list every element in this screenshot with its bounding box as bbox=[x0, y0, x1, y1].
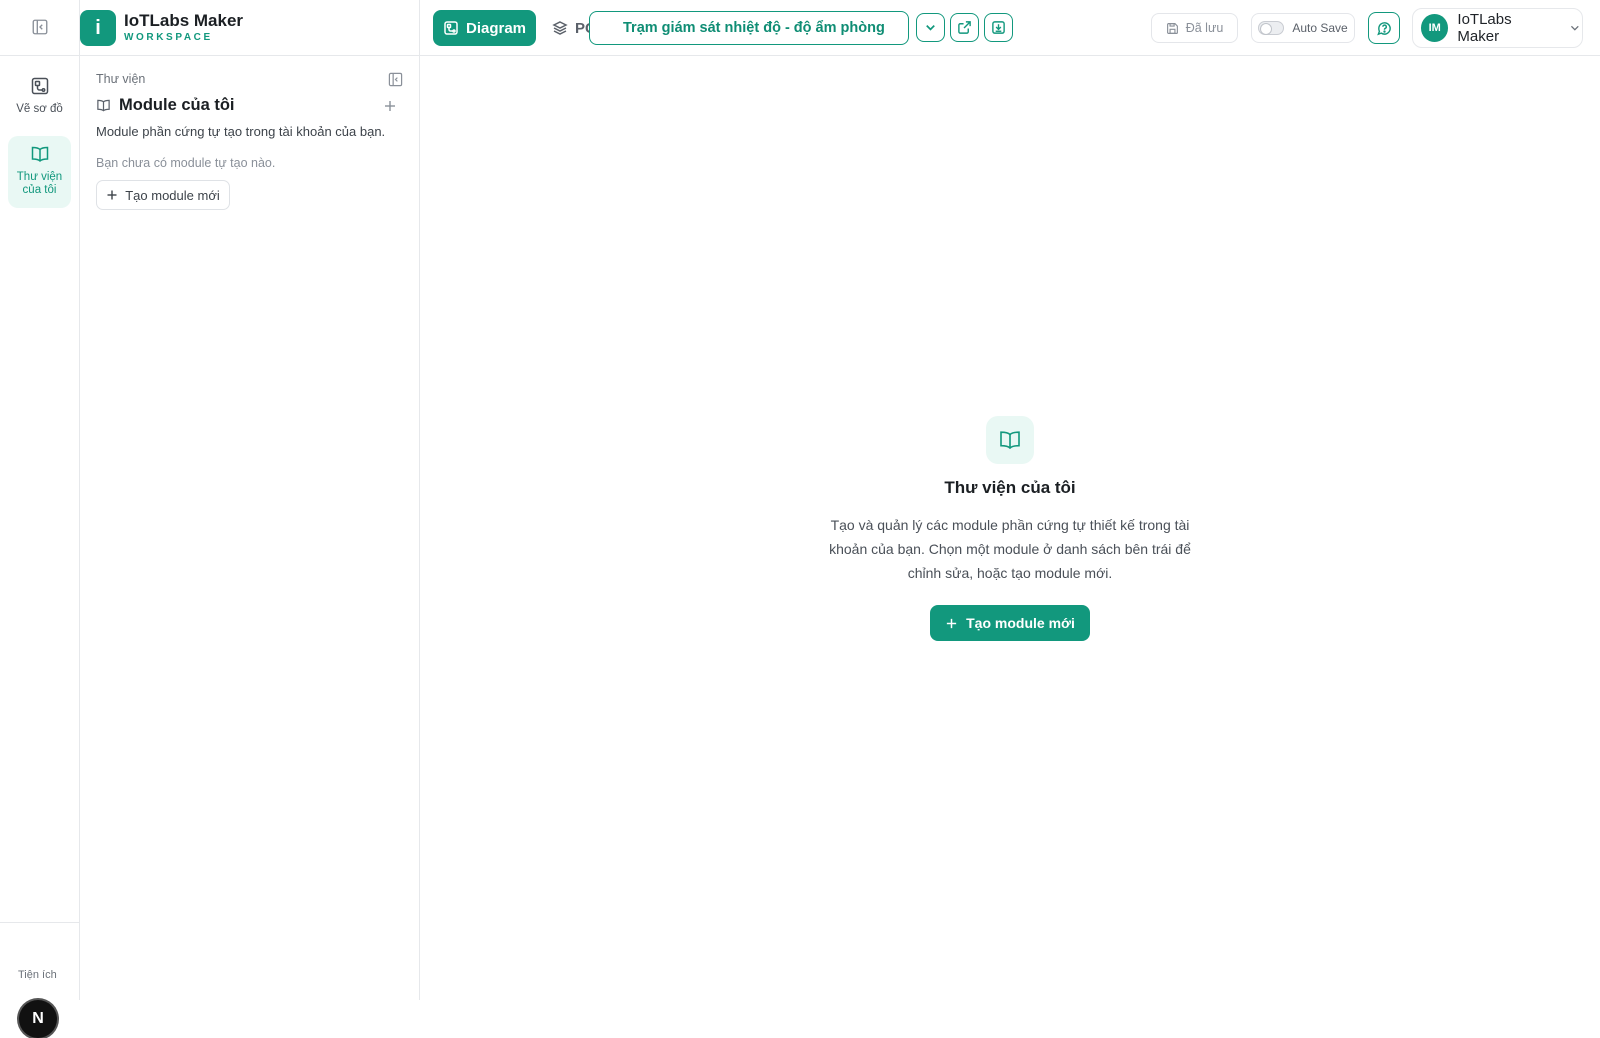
user-name: IoTLabs Maker bbox=[1457, 11, 1512, 45]
download-button[interactable] bbox=[984, 13, 1013, 42]
saved-status-label: Đã lưu bbox=[1185, 21, 1224, 35]
top-header: i IoTLabs Maker WORKSPACE Diagram PCB Đã… bbox=[0, 0, 1600, 56]
saved-status-button[interactable]: Đã lưu bbox=[1151, 13, 1238, 43]
collapse-panel-icon[interactable] bbox=[388, 72, 403, 87]
book-icon bbox=[97, 99, 110, 112]
chevron-down-icon bbox=[1571, 25, 1580, 31]
diagram-icon bbox=[444, 21, 458, 35]
book-icon bbox=[1000, 431, 1020, 450]
help-icon bbox=[1376, 21, 1391, 35]
app-logo: i bbox=[80, 10, 116, 46]
autosave-label: Auto Save bbox=[1292, 21, 1348, 35]
add-module-icon[interactable] bbox=[382, 98, 398, 114]
create-module-label: Tạo module mới bbox=[125, 187, 220, 203]
app-subtitle: WORKSPACE bbox=[124, 32, 213, 43]
diagram-icon bbox=[31, 77, 48, 95]
open-external-button[interactable] bbox=[950, 13, 979, 42]
project-name-input[interactable] bbox=[589, 11, 909, 45]
empty-list-text: Bạn chưa có module tự tạo nào. bbox=[96, 156, 276, 170]
user-menu[interactable]: IM IoTLabs Maker bbox=[1412, 8, 1583, 48]
library-panel: Thư viện Module của tôi Module phần cứng… bbox=[80, 56, 420, 1000]
header-divider bbox=[419, 0, 420, 56]
left-rail: Vẽ sơ đồ Thư viện của tôi Tiện ích N bbox=[0, 56, 80, 1038]
empty-state-description: Tạo và quản lý các module phần cứng tự t… bbox=[829, 517, 1191, 581]
external-link-icon bbox=[958, 21, 971, 34]
tab-diagram[interactable]: Diagram bbox=[433, 10, 536, 46]
rail-item-my-library[interactable]: Thư viện của tôi bbox=[8, 136, 71, 208]
panel-description: Module phần cứng tự tạo trong tài khoản … bbox=[96, 124, 386, 139]
rail-item-utilities[interactable]: Tiện ích bbox=[18, 969, 57, 981]
chevron-down-icon bbox=[926, 25, 935, 31]
empty-state-title: Thư viện của tôi bbox=[944, 478, 1076, 497]
sidebar-toggle-icon[interactable] bbox=[31, 18, 49, 36]
create-module-button-sidebar[interactable]: Tạo module mới bbox=[96, 180, 230, 210]
panel-header: Module của tôi bbox=[96, 96, 235, 115]
next-dev-badge[interactable]: N bbox=[19, 1000, 57, 1038]
autosave-toggle[interactable]: Auto Save bbox=[1251, 13, 1355, 43]
rail-item-draw-diagram[interactable]: Vẽ sơ đồ bbox=[8, 76, 71, 130]
save-icon bbox=[1166, 22, 1178, 34]
tab-diagram-label: Diagram bbox=[465, 19, 527, 37]
rail-divider bbox=[0, 922, 79, 923]
layers-icon bbox=[552, 21, 568, 35]
empty-state-icon bbox=[986, 416, 1034, 464]
rail-item-label: Vẽ sơ đồ bbox=[16, 103, 63, 115]
book-icon bbox=[31, 146, 48, 163]
plus-icon bbox=[946, 618, 957, 628]
app-name: IoTLabs Maker bbox=[124, 11, 244, 30]
panel-title: Module của tôi bbox=[119, 96, 235, 114]
project-menu-button[interactable] bbox=[916, 13, 945, 42]
panel-kicker: Thư viện bbox=[96, 72, 146, 86]
create-module-label: Tạo module mới bbox=[966, 615, 1075, 631]
rail-item-label: Thư viện của tôi bbox=[16, 171, 63, 196]
download-icon bbox=[992, 21, 1005, 34]
autosave-switch[interactable] bbox=[1258, 21, 1285, 35]
create-module-button[interactable]: Tạo module mới bbox=[930, 605, 1090, 641]
avatar: IM bbox=[1421, 14, 1449, 42]
help-button[interactable] bbox=[1368, 12, 1400, 44]
plus-icon bbox=[107, 190, 117, 200]
